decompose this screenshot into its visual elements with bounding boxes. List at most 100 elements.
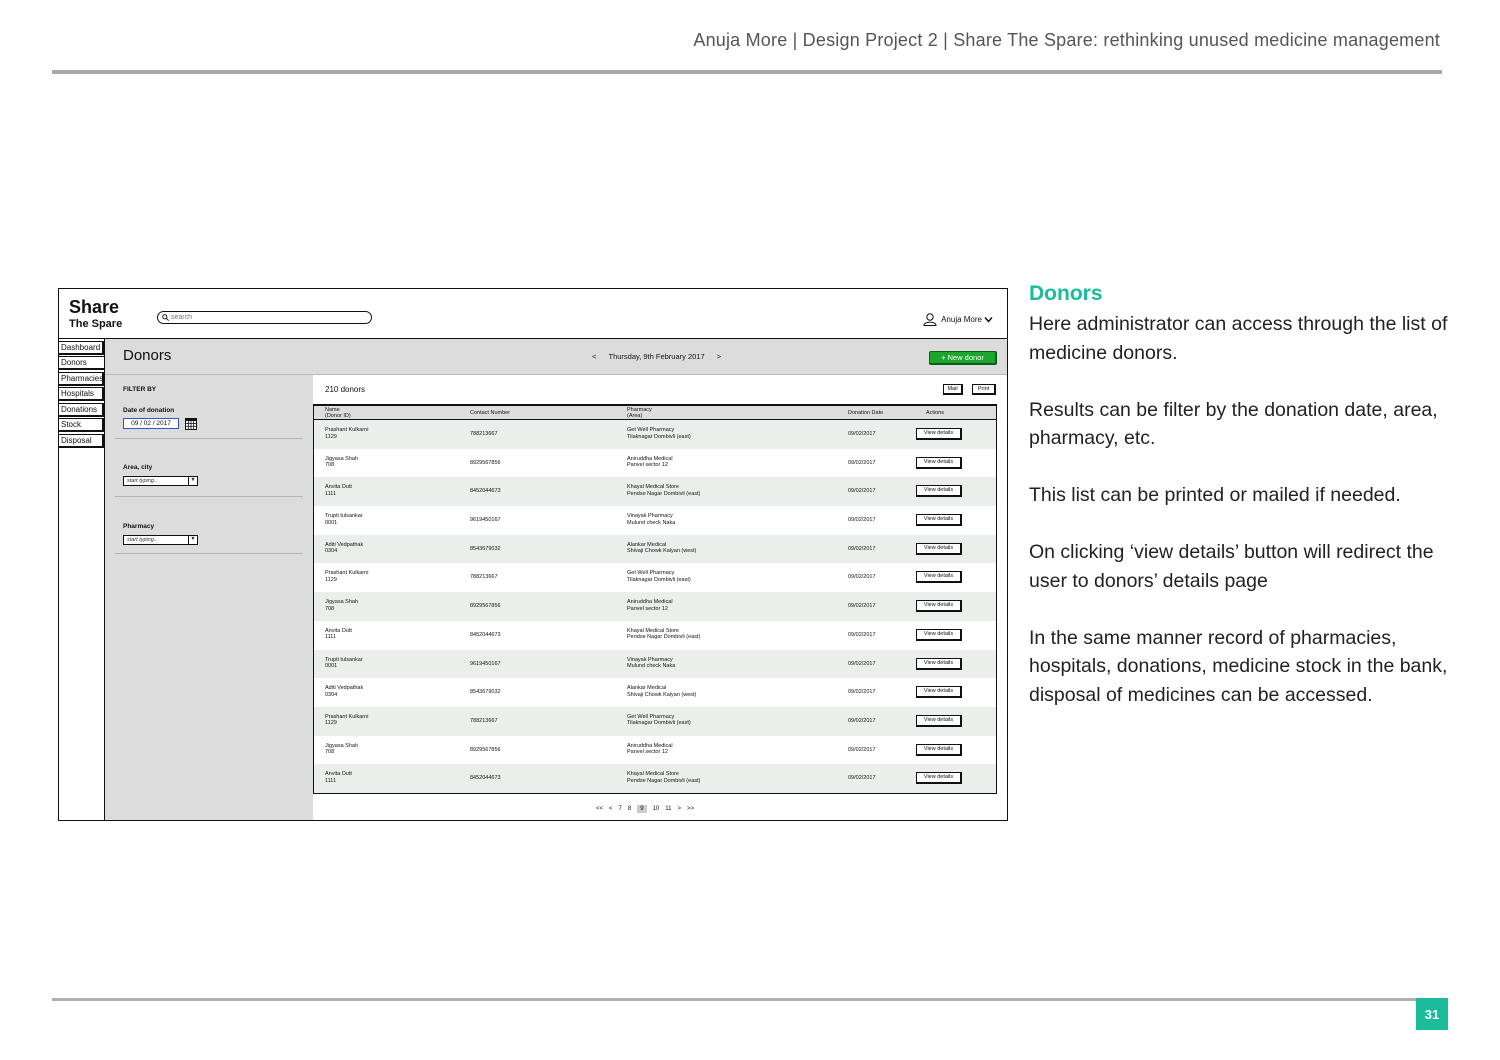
view-details-button[interactable]: View details bbox=[916, 714, 962, 727]
sidebar-item-donations[interactable]: Donations bbox=[59, 402, 104, 417]
donor-name: Trupti tulsankar bbox=[325, 513, 363, 520]
pharmacy-filter-select[interactable]: start typing.. ▼ bbox=[123, 535, 198, 545]
column-header-pharmacy: Pharmacy (Area) bbox=[627, 407, 652, 419]
pharmacy-name: Get Well Pharmacy bbox=[627, 570, 675, 577]
view-details-button[interactable]: View details bbox=[916, 428, 962, 440]
pharmacy-cell: Khayal Medical Store Pendse Nagar Dombivl… bbox=[627, 628, 700, 641]
view-details-button[interactable]: View details bbox=[916, 485, 962, 498]
view-details-button[interactable]: View details bbox=[916, 686, 962, 699]
contact-cell: 8452044673 bbox=[470, 775, 501, 782]
donor-id: 1129 bbox=[325, 433, 337, 440]
donor-name: Anvita Dutt bbox=[325, 484, 352, 491]
view-details-button[interactable]: View details bbox=[916, 456, 962, 469]
donor-name-cell: Prashant Kulkarni 1129 bbox=[325, 427, 368, 440]
donor-name-cell: Prashant Kulkarni 1129 bbox=[325, 570, 368, 583]
view-details-button[interactable]: View details bbox=[916, 657, 962, 670]
contact-cell: 8452044673 bbox=[470, 631, 501, 638]
view-details-button[interactable]: View details bbox=[916, 772, 962, 785]
column-header-date: Donation Date bbox=[848, 410, 884, 416]
donation-date-cell: 09/02/2017 bbox=[848, 746, 876, 753]
table-row: Anvita Dutt 1111 8452044673 Khayal Medical … bbox=[314, 621, 996, 650]
page-link[interactable]: 9 bbox=[637, 805, 647, 813]
donor-name-cell: Anvita Dutt 1111 bbox=[325, 628, 352, 641]
page-title: Donors bbox=[123, 347, 172, 364]
page-link[interactable]: < bbox=[609, 806, 613, 812]
page-link[interactable]: 10 bbox=[653, 806, 660, 812]
view-details-button[interactable]: View details bbox=[916, 514, 962, 527]
table-row: Jigyasa Shah 708 8929567856 Aniruddha Medic… bbox=[314, 592, 996, 621]
pharmacy-area: Pendse Nagar Dombivli (east) bbox=[627, 634, 701, 641]
print-button[interactable]: Print bbox=[972, 384, 996, 395]
description-panel: Donors Here administrator can access thr… bbox=[1029, 282, 1449, 738]
page-link[interactable]: 8 bbox=[628, 806, 631, 812]
view-details-button[interactable]: View details bbox=[916, 628, 962, 641]
donation-date-cell: 09/02/2017 bbox=[848, 631, 876, 638]
page-header: Anuja More | Design Project 2 | Share Th… bbox=[693, 30, 1440, 50]
contact-cell: 788213667 bbox=[470, 717, 498, 724]
sidebar-item-hospitals[interactable]: Hospitals bbox=[59, 387, 104, 401]
description-paragraph: In the same manner record of pharmacies,… bbox=[1029, 626, 1448, 706]
search-input[interactable] bbox=[171, 314, 351, 321]
donor-id: 1111 bbox=[325, 777, 337, 784]
results-count: 210 donors bbox=[325, 385, 366, 394]
donation-date-cell: 09/02/2017 bbox=[848, 545, 876, 552]
donor-name-cell: Jigyasa Shah 708 bbox=[325, 456, 358, 469]
user-name: Anuja More bbox=[941, 314, 982, 324]
donor-name: Jigyasa Shah bbox=[325, 742, 359, 749]
view-details-button[interactable]: View details bbox=[916, 600, 962, 613]
pharmacy-area: Shivaji Chowk Kalyan (west) bbox=[627, 691, 697, 698]
page-link[interactable]: << bbox=[596, 806, 603, 812]
donor-name-cell: Jigyasa Shah 708 bbox=[325, 743, 358, 756]
page-link[interactable]: > bbox=[677, 806, 681, 812]
chevron-down-icon bbox=[984, 316, 993, 323]
pharmacy-area: Shivaji Chowk Kalyan (west) bbox=[627, 548, 697, 555]
pharmacy-area: Tilaknagar Dombivli (east) bbox=[627, 576, 691, 583]
table-row: Trupti tulsankar 0001 9619450167 Vinayak Ph… bbox=[314, 649, 996, 679]
sidebar-item-disposal[interactable]: Disposal bbox=[59, 433, 104, 448]
donor-id: 1111 bbox=[325, 634, 337, 641]
view-details-button[interactable]: View details bbox=[916, 542, 962, 555]
user-menu[interactable]: Anuja More bbox=[923, 312, 997, 326]
description-title: Donors bbox=[1029, 282, 1103, 305]
calendar-icon[interactable] bbox=[185, 418, 197, 430]
mail-button[interactable]: Mail bbox=[943, 384, 963, 395]
donation-date-cell: 09/02/2017 bbox=[848, 431, 876, 437]
donor-id: 0001 bbox=[325, 519, 338, 526]
date-prev-button[interactable]: < bbox=[592, 352, 596, 361]
pharmacy-cell: Aniruddha Medical Panvel sector 12 bbox=[627, 456, 673, 469]
view-details-button[interactable]: View details bbox=[916, 571, 962, 584]
page-link[interactable]: 11 bbox=[665, 806, 671, 812]
table-row: Anvita Dutt 1111 8452044673 Khayal Medical … bbox=[314, 477, 996, 507]
filter-divider bbox=[115, 438, 303, 439]
donor-name-cell: Trupti tulsankar 0001 bbox=[325, 657, 363, 670]
donation-date-cell: 09/02/2017 bbox=[848, 775, 876, 782]
pharmacy-area: Pendse Nagar Dombivli (east) bbox=[627, 777, 701, 784]
dropdown-arrow-icon: ▼ bbox=[188, 535, 197, 545]
donor-name: Anvita Dutt bbox=[325, 627, 352, 634]
pharmacy-name: Khayal Medical Store bbox=[627, 484, 679, 491]
view-details-button[interactable]: View details bbox=[916, 743, 962, 756]
table-row: Prashant Kulkarni 1129 788213667 Get Well P… bbox=[314, 563, 996, 592]
pharmacy-cell: Aniruddha Medical Panvel sector 12 bbox=[627, 743, 673, 756]
sidebar-item-dashboard[interactable]: Dashboard bbox=[59, 340, 104, 355]
logo-subtitle: The Spare bbox=[69, 318, 123, 330]
date-next-button[interactable]: > bbox=[717, 352, 721, 361]
page-link[interactable]: 7 bbox=[619, 806, 622, 812]
donor-name: Prashant Kulkarni bbox=[325, 570, 369, 577]
logo-title[interactable]: Share bbox=[69, 297, 119, 318]
new-donor-button[interactable]: + New donor bbox=[929, 351, 997, 365]
sidebar-item-donors[interactable]: Donors bbox=[59, 356, 104, 370]
contact-cell: 788213667 bbox=[470, 574, 498, 581]
sidebar-item-stock[interactable]: Stock bbox=[59, 418, 104, 432]
area-filter-select[interactable]: start typing.. ▼ bbox=[123, 476, 198, 486]
column-header-pharmacy-sub: (Area) bbox=[627, 413, 643, 419]
date-filter-input[interactable]: 09 / 02 / 2017 bbox=[123, 418, 179, 429]
search-bar[interactable] bbox=[157, 311, 372, 324]
description-paragraph: This list can be printed or mailed if ne… bbox=[1029, 484, 1401, 506]
table-row: Aditi Vedpathak 0304 8543679032 Alankar Med… bbox=[314, 678, 996, 707]
donor-name-cell: Aditi Vedpathak 0304 bbox=[325, 542, 363, 555]
page-link[interactable]: >> bbox=[687, 806, 694, 812]
filter-divider bbox=[115, 553, 303, 554]
sidebar-item-pharmacies[interactable]: Pharmacies bbox=[59, 371, 104, 386]
donor-name: Jigyasa Shah bbox=[325, 455, 359, 462]
